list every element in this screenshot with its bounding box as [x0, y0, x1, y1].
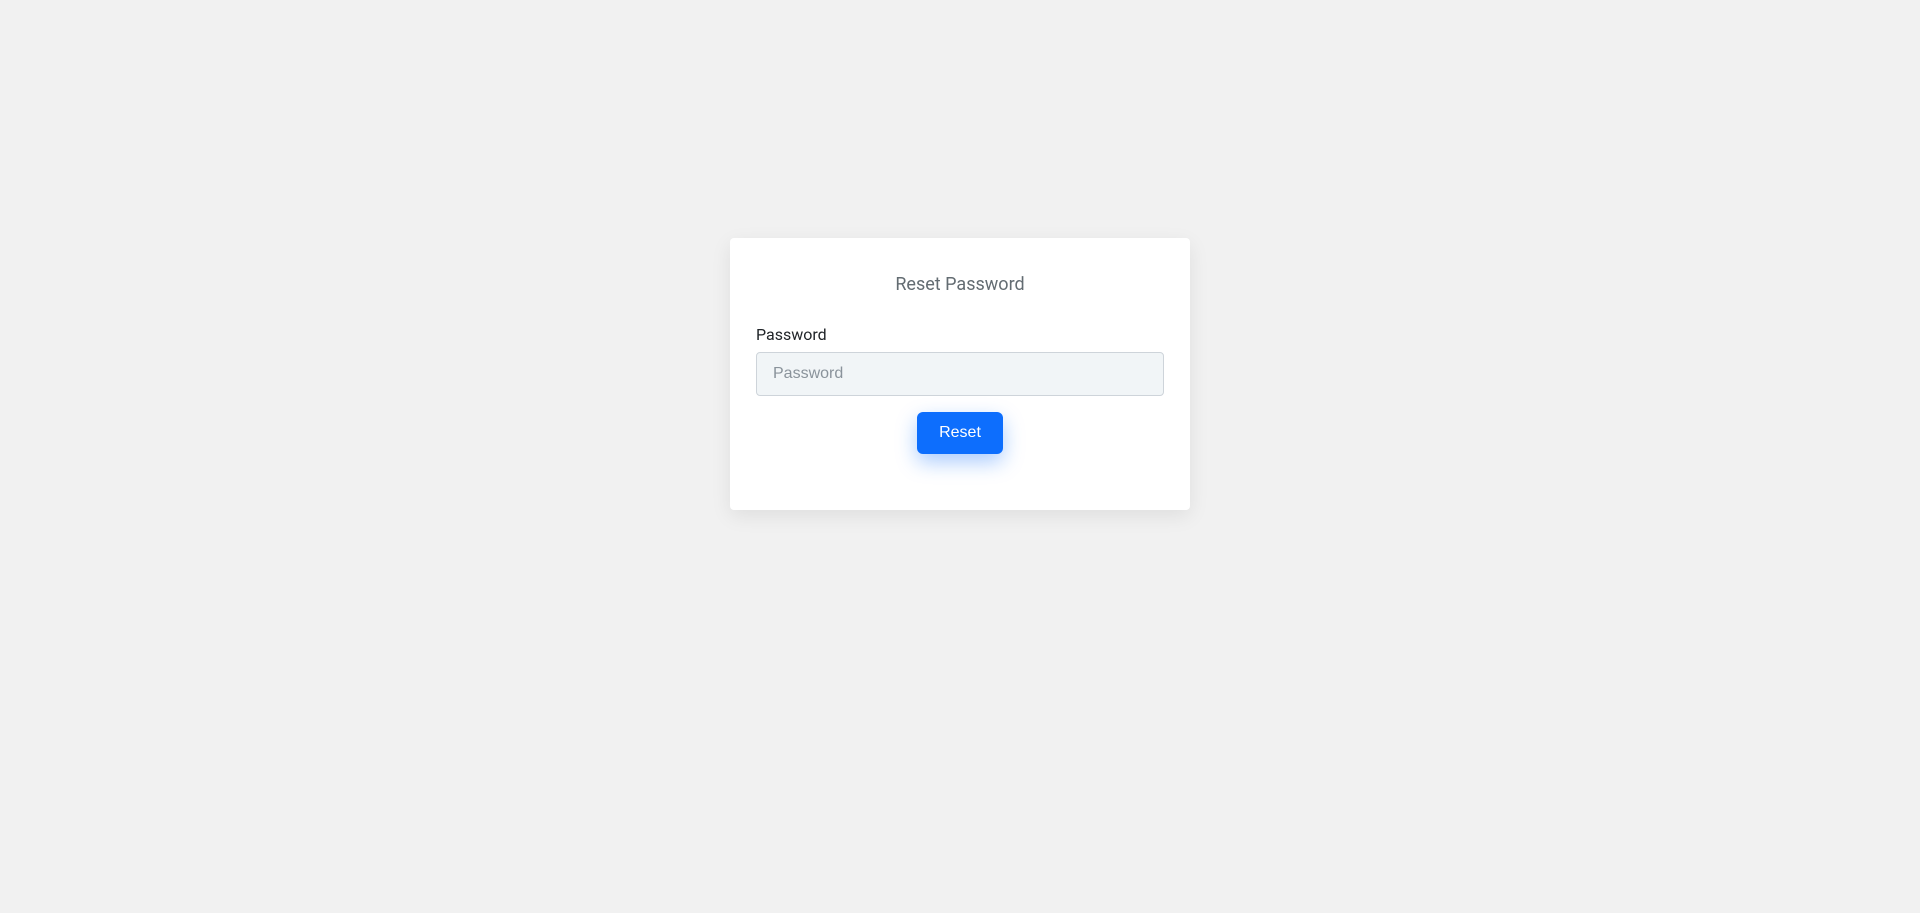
reset-password-card: Reset Password Password Reset: [730, 238, 1190, 510]
password-input[interactable]: [756, 352, 1164, 396]
password-label: Password: [756, 325, 1164, 344]
reset-button[interactable]: Reset: [917, 412, 1003, 454]
button-row: Reset: [756, 412, 1164, 454]
card-title: Reset Password: [756, 274, 1164, 295]
